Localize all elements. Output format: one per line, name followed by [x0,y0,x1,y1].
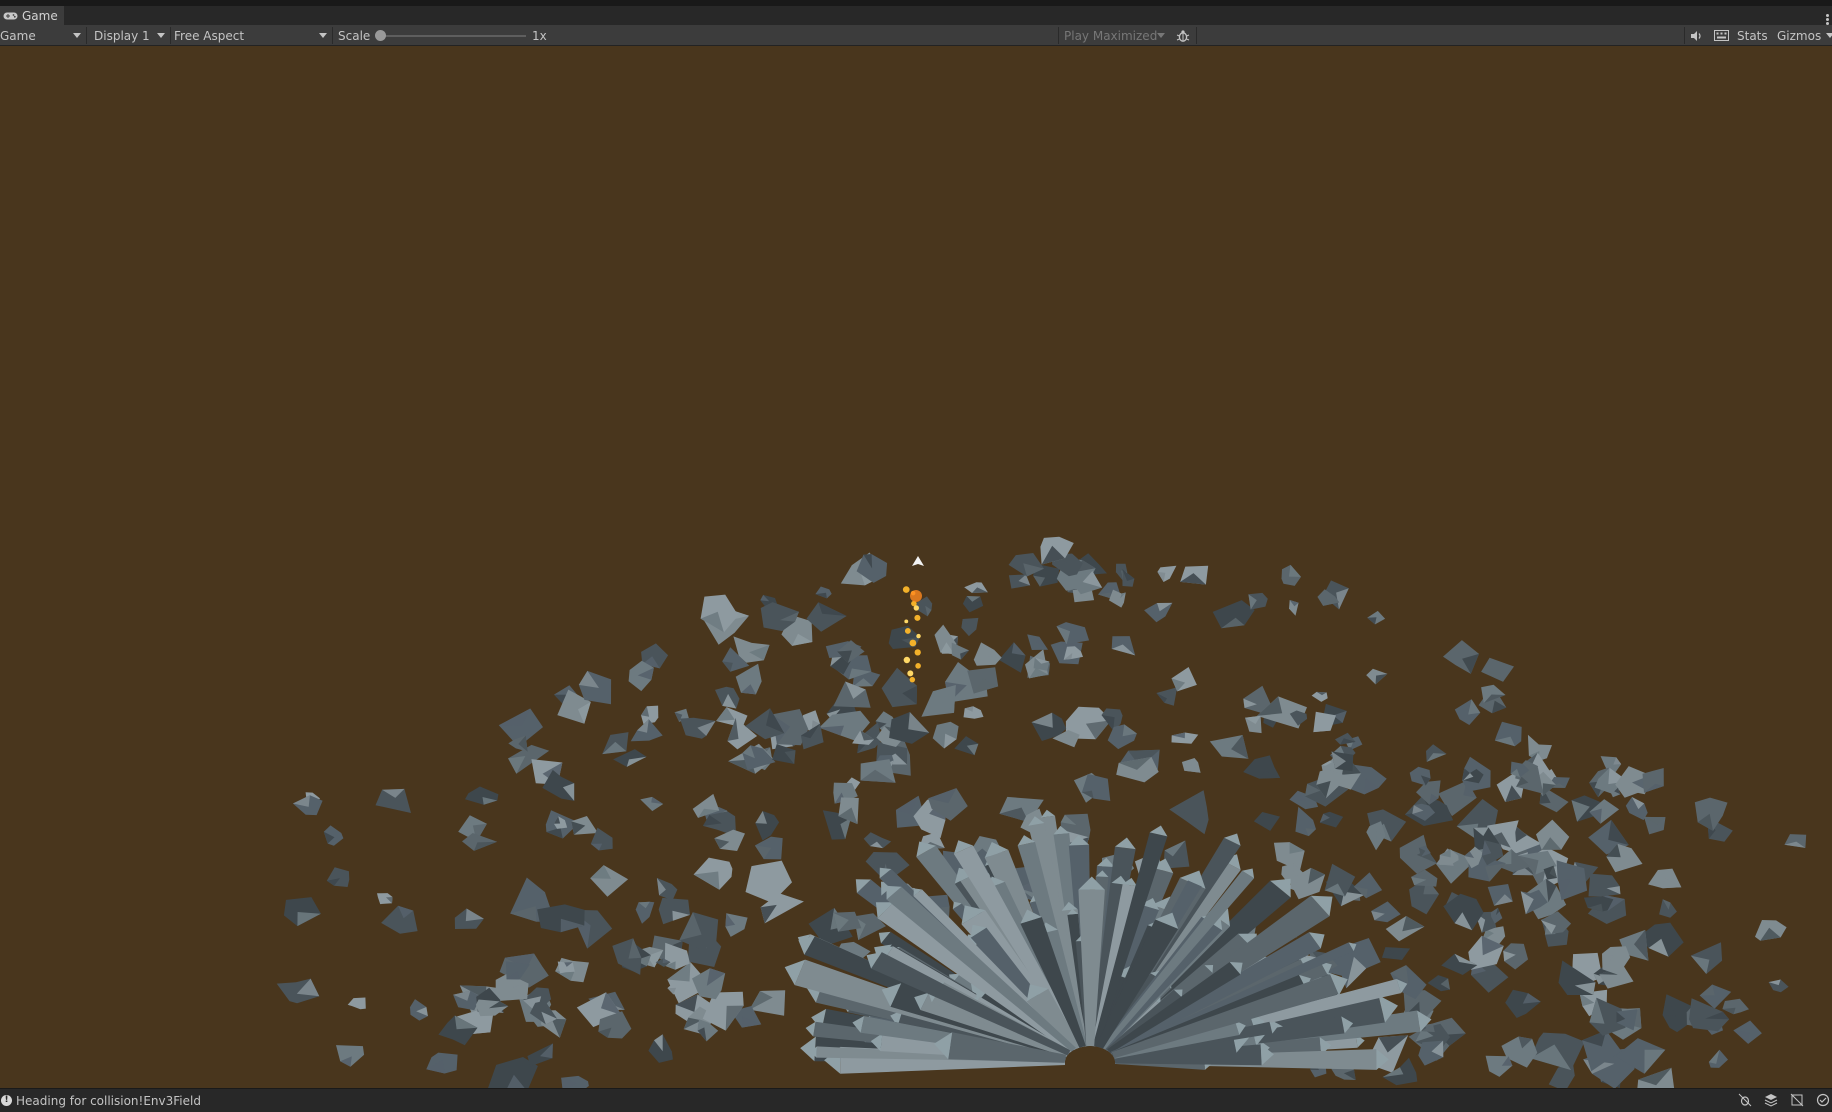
view-mode-dropdown[interactable]: Game [0,25,84,46]
debris-chunk [1722,998,1749,1015]
divider [332,27,333,44]
status-icons [1738,1093,1832,1107]
play-mode-dropdown[interactable]: Play Maximized [1064,25,1168,46]
bug-icon [1176,29,1190,42]
info-icon: ! [1,1095,12,1106]
debris-facet [1367,617,1377,625]
scale-label: Scale [338,28,371,43]
thruster-spark [904,619,909,624]
chevron-down-icon [1826,33,1832,38]
progress-icon[interactable] [1816,1093,1832,1107]
thruster-spark [909,676,916,683]
player-ship [912,556,924,566]
crystal-shard-tip [800,1036,816,1062]
debris-chunk [1243,755,1281,779]
debris-chunk [347,997,366,1010]
thruster-spark [916,633,921,639]
debris-facet [1733,1030,1750,1044]
engine-glow [910,590,922,602]
debris-chunk [951,642,969,660]
aspect-label: Free Aspect [174,28,245,43]
game-view-toolbar: Game Display 1 Free Aspect Scale 1x Play… [0,25,1832,46]
debris-facet [1644,1049,1666,1074]
debris-facet [474,841,498,851]
display-label: Display 1 [94,28,150,43]
debris-chunk [381,905,418,934]
debris-chunk [640,796,664,812]
debris-chunk [998,642,1026,673]
status-bar: ! Heading for collision!Env3Field [0,1088,1832,1112]
scale-value: 1x [532,28,547,43]
debris-chunk [465,786,499,805]
keyboard-icon [1713,30,1729,41]
speaker-icon [1690,30,1701,41]
debris-chunk [1588,873,1621,897]
gamepad-icon [3,12,18,19]
debris-chunk [590,865,629,897]
window-tab-bar: Game [0,6,1832,25]
stats-label: Stats [1737,28,1768,43]
stats-button[interactable]: Stats [1737,25,1768,46]
divider [1058,27,1059,44]
aspect-dropdown[interactable]: Free Aspect [174,25,330,46]
debris-facet [297,912,321,927]
chevron-down-icon [73,33,81,38]
mute-audio-button[interactable] [1688,25,1704,46]
scale-slider-track[interactable] [380,35,526,37]
thruster-spark [913,605,920,611]
game-scene-render [276,536,1807,1088]
thruster-spark [902,586,910,593]
debris-chunk [755,811,780,841]
thruster-spark [915,663,921,669]
divider [1684,27,1685,44]
thruster-spark [914,649,921,656]
divider [86,27,87,44]
debris-facet [1375,673,1388,685]
display-dropdown[interactable]: Display 1 [94,25,168,46]
divider [1196,27,1197,44]
gizmos-label: Gizmos [1777,28,1822,43]
divider [170,27,171,44]
thruster-spark [903,656,911,664]
game-tab[interactable]: Game [0,6,64,25]
thruster-spark [907,670,914,677]
gizmos-dropdown[interactable]: Gizmos [1777,25,1832,46]
scale-slider-thumb[interactable] [375,30,386,41]
debug-icon[interactable] [1738,1093,1754,1107]
shortcuts-toggle-button[interactable] [1712,25,1730,46]
tab-title: Game [22,8,58,23]
view-mode-label: Game [0,28,36,43]
chevron-down-icon [319,33,327,38]
status-message[interactable]: Heading for collision!Env3Field [16,1094,201,1108]
cache-icon[interactable] [1790,1093,1806,1107]
debris-facet [1288,564,1301,577]
layers-icon[interactable] [1764,1093,1780,1107]
thruster-spark [914,614,921,621]
debris-facet [693,871,720,890]
chevron-down-icon [157,33,165,38]
frame-debugger-button[interactable] [1174,25,1192,46]
game-viewport[interactable] [0,46,1832,1088]
debris-chunk [1505,989,1541,1018]
play-mode-label: Play Maximized [1064,28,1158,43]
thruster-spark [904,628,911,634]
debris-facet [1699,984,1715,996]
debris-facet [1011,642,1026,656]
thruster-spark [909,639,917,647]
chevron-down-icon [1157,33,1165,38]
debris-chunk [326,867,350,887]
